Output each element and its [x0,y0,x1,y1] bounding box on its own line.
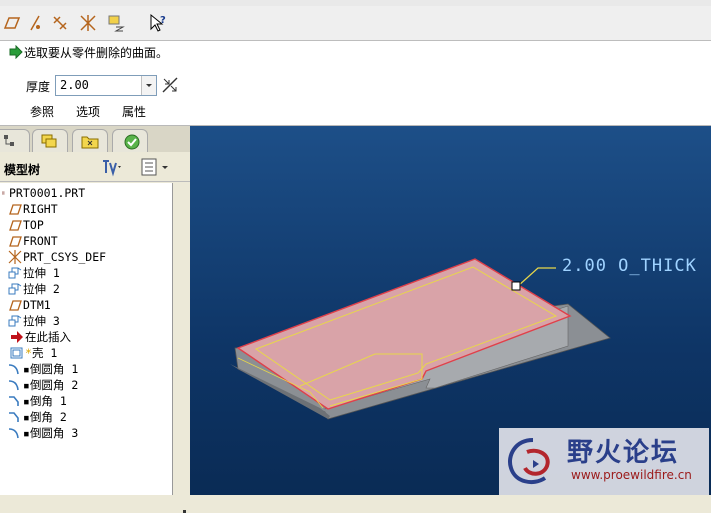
tree-item-shell-1[interactable]: *壳 1 [10,345,57,361]
thickness-label: 厚度 [26,80,51,94]
thickness-dimension-label[interactable]: 2.00 O_THICK [562,256,697,276]
watermark-title: 野火论坛 [567,438,680,468]
tree-item-dtm1[interactable]: DTM1 [8,297,51,313]
tree-item-csys[interactable]: PRT_CSYS_DEF [8,249,106,265]
model-tree-title: 模型树 [4,163,41,177]
tree-item-right[interactable]: RIGHT [8,201,58,217]
insert-arrow-icon [11,331,23,343]
thickness-value[interactable]: 2.00 [60,78,89,92]
tab-options[interactable]: 选项 [76,103,100,120]
tree-item-round-2[interactable]: ▪倒圆角 2 [8,377,78,393]
thickness-input[interactable]: 2.00 [55,75,157,96]
tree-item-chamfer-2[interactable]: ▪倒角 2 [8,409,67,425]
csys-tool-icon[interactable] [78,13,98,33]
round-icon [8,364,19,375]
forum-watermark: 野火论坛 www.proewildfire.cn [499,428,709,495]
forum-logo-icon [508,438,550,485]
tree-item-part[interactable]: PRT0001.PRT [2,185,85,201]
tab-folder-browser[interactable] [72,129,108,152]
part-icon [2,191,5,195]
tree-filter-icon[interactable] [140,157,170,177]
shell-dashboard: 选取要从零件删除的曲面。 厚度 2.00 参照 选项 属性 [0,41,711,126]
tree-item-round-3[interactable]: ▪倒圆角 3 [8,425,78,441]
shell-icon [10,347,23,359]
watermark-url: www.proewildfire.cn [571,468,692,482]
model-tree-header: 模型树 [0,153,190,182]
tree-settings-icon[interactable] [100,157,122,177]
datum-plane-icon [9,204,22,215]
datum-plane-icon [9,220,22,231]
chevron-down-icon [146,84,152,87]
svg-text:?: ? [160,15,166,26]
datum-plane-tool-icon[interactable] [2,13,22,33]
navigator-panel: 模型树 PRT0001.PRT RIGHT TOP FRONT PRT_CSYS… [0,126,190,513]
chamfer-icon [9,412,19,422]
datum-point-tool-icon[interactable] [50,13,70,33]
prompt-message: 选取要从零件删除的曲面。 [24,46,169,60]
flip-direction-icon[interactable] [161,76,179,94]
folder-icon [81,136,99,149]
tab-favorites[interactable] [112,129,148,152]
layers-icon [41,134,57,148]
extrude-icon [8,283,22,295]
panel-sash[interactable] [173,183,190,495]
tree-item-extrude-2[interactable]: 拉伸 2 [8,281,60,297]
tree-item-chamfer-1[interactable]: ▪倒角 1 [8,393,67,409]
model-tree-icon [4,135,14,146]
datum-plane-icon [9,236,22,247]
tree-item-round-1[interactable]: ▪倒圆角 1 [8,361,78,377]
tree-item-extrude-3[interactable]: 拉伸 3 [8,313,60,329]
favorites-icon [124,134,140,150]
navigator-tabs [0,126,190,152]
tab-layers[interactable] [32,129,68,152]
feature-toolbar: ? [0,6,711,41]
extrude-icon [8,315,22,327]
datum-axis-tool-icon[interactable] [26,13,46,33]
chamfer-icon [9,396,19,406]
tree-item-insert-here[interactable]: 在此插入 [10,329,71,345]
datum-plane-icon [9,300,22,311]
graphics-viewport[interactable]: 2.00 O_THICK 野火论坛 www.proewildfire.cn [190,126,711,495]
csys-icon [8,250,22,264]
tree-item-extrude-1[interactable]: 拉伸 1 [8,265,60,281]
thickness-dropdown-button[interactable] [141,76,156,95]
tree-item-front[interactable]: FRONT [8,233,58,249]
dimension-handle[interactable] [511,281,521,291]
sketch-tool-icon[interactable] [106,13,126,33]
dimension-leader [517,267,556,287]
model-tree: PRT0001.PRT RIGHT TOP FRONT PRT_CSYS_DEF… [0,183,173,495]
whats-this-icon[interactable]: ? [148,13,168,33]
tree-item-top[interactable]: TOP [8,217,44,233]
tab-references[interactable]: 参照 [30,103,54,120]
round-icon [8,380,19,391]
tab-properties[interactable]: 属性 [122,103,146,120]
round-icon [8,428,19,439]
extrude-icon [8,267,22,279]
tab-model-tree[interactable] [0,129,30,152]
prompt-arrow-icon [9,45,23,59]
